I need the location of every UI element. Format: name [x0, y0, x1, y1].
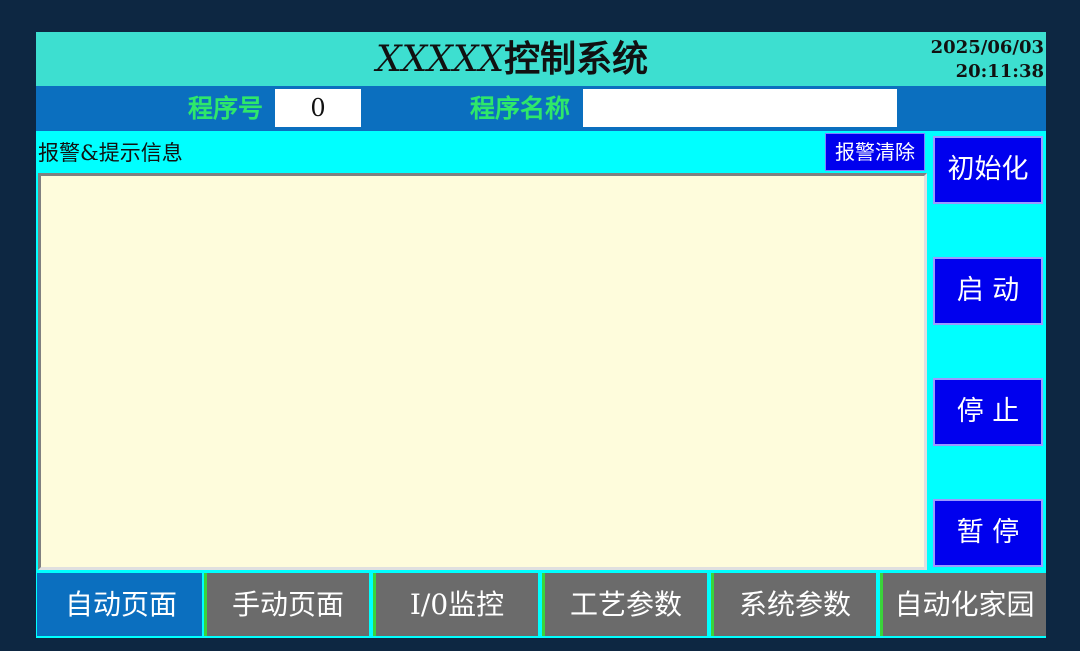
date-display: 2025/06/03	[930, 37, 1044, 58]
tab-system-params[interactable]: 系统参数	[711, 573, 876, 636]
system-title-suffix: 控制系统	[504, 39, 649, 80]
start-button[interactable]: 启 动	[933, 257, 1043, 325]
program-number-field[interactable]: 0	[275, 89, 361, 127]
datetime-display: 2025/06/03 20:11:38	[914, 36, 1044, 84]
system-title-prefix: XXXXX	[376, 39, 505, 80]
initialize-button[interactable]: 初始化	[933, 136, 1043, 204]
time-display: 20:11:38	[955, 61, 1044, 82]
tab-io-monitor[interactable]: I/0监控	[373, 573, 538, 636]
system-title: XXXXX控制系统	[376, 38, 706, 82]
pause-button[interactable]: 暂 停	[933, 499, 1043, 567]
tab-manual-page[interactable]: 手动页面	[204, 573, 369, 636]
page-tab-bar: 自动页面 手动页面 I/0监控 工艺参数 系统参数 自动化家园	[36, 573, 1046, 638]
program-name-field[interactable]	[583, 89, 897, 127]
title-bar: XXXXX控制系统 2025/06/03 20:11:38	[36, 32, 1046, 86]
alarm-clear-button[interactable]: 报警清除	[825, 133, 925, 171]
program-info-bar: 程序号 0 程序名称	[36, 86, 1046, 131]
tab-auto-page[interactable]: 自动页面	[37, 573, 202, 636]
tab-process-params[interactable]: 工艺参数	[542, 573, 707, 636]
alarm-message-list[interactable]	[38, 173, 927, 570]
alarm-info-heading: 报警&提示信息	[38, 141, 183, 165]
program-name-label: 程序名称	[470, 94, 571, 123]
program-number-label: 程序号	[188, 94, 264, 123]
tab-automation-home[interactable]: 自动化家园	[880, 573, 1046, 636]
stop-button[interactable]: 停 止	[933, 378, 1043, 446]
hmi-screen: XXXXX控制系统 2025/06/03 20:11:38 程序号 0 程序名称…	[36, 32, 1046, 638]
